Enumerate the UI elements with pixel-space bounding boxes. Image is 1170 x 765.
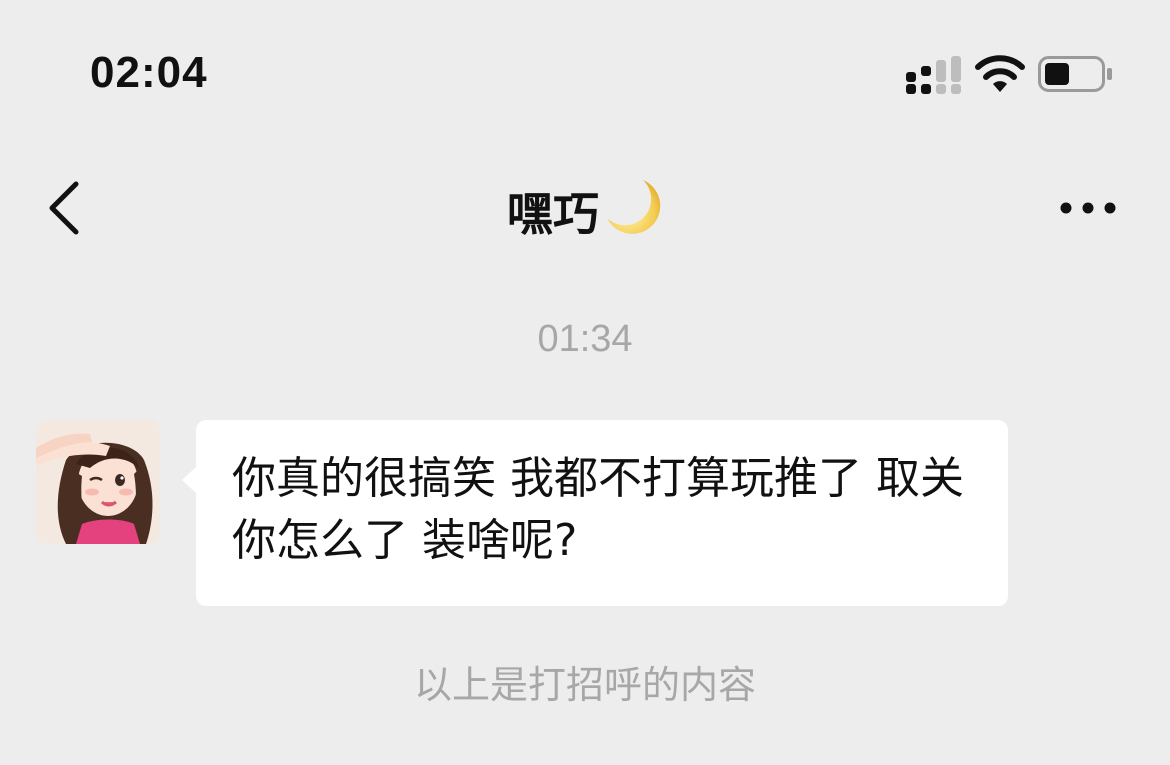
battery-icon — [1038, 56, 1112, 92]
message-bubble[interactable]: 你真的很搞笑 我都不打算玩推了 取关你怎么了 装啥呢? — [196, 420, 1008, 606]
avatar-image — [36, 420, 160, 544]
avatar[interactable] — [36, 420, 160, 544]
chat-title: 嘿巧 — [0, 178, 1170, 244]
more-button[interactable] — [1058, 196, 1118, 220]
system-note: 以上是打招呼的内容 — [413, 663, 756, 707]
contact-name: 嘿巧 — [507, 187, 599, 241]
status-time: 02:04 — [90, 48, 208, 97]
more-dots-icon — [1060, 202, 1116, 214]
message-text: 你真的很搞笑 我都不打算玩推了 取关你怎么了 装啥呢? — [232, 453, 964, 566]
bubble-tail — [182, 466, 197, 494]
moon-icon — [607, 180, 661, 234]
wifi-icon — [975, 55, 1025, 92]
signal-icon — [906, 56, 961, 94]
chat-screen: 02:04 嘿巧 01:34 你真的很搞笑 我都不打算玩推了 取关你怎么了 装啥… — [0, 0, 1170, 765]
message-timestamp: 01:34 — [537, 318, 633, 360]
